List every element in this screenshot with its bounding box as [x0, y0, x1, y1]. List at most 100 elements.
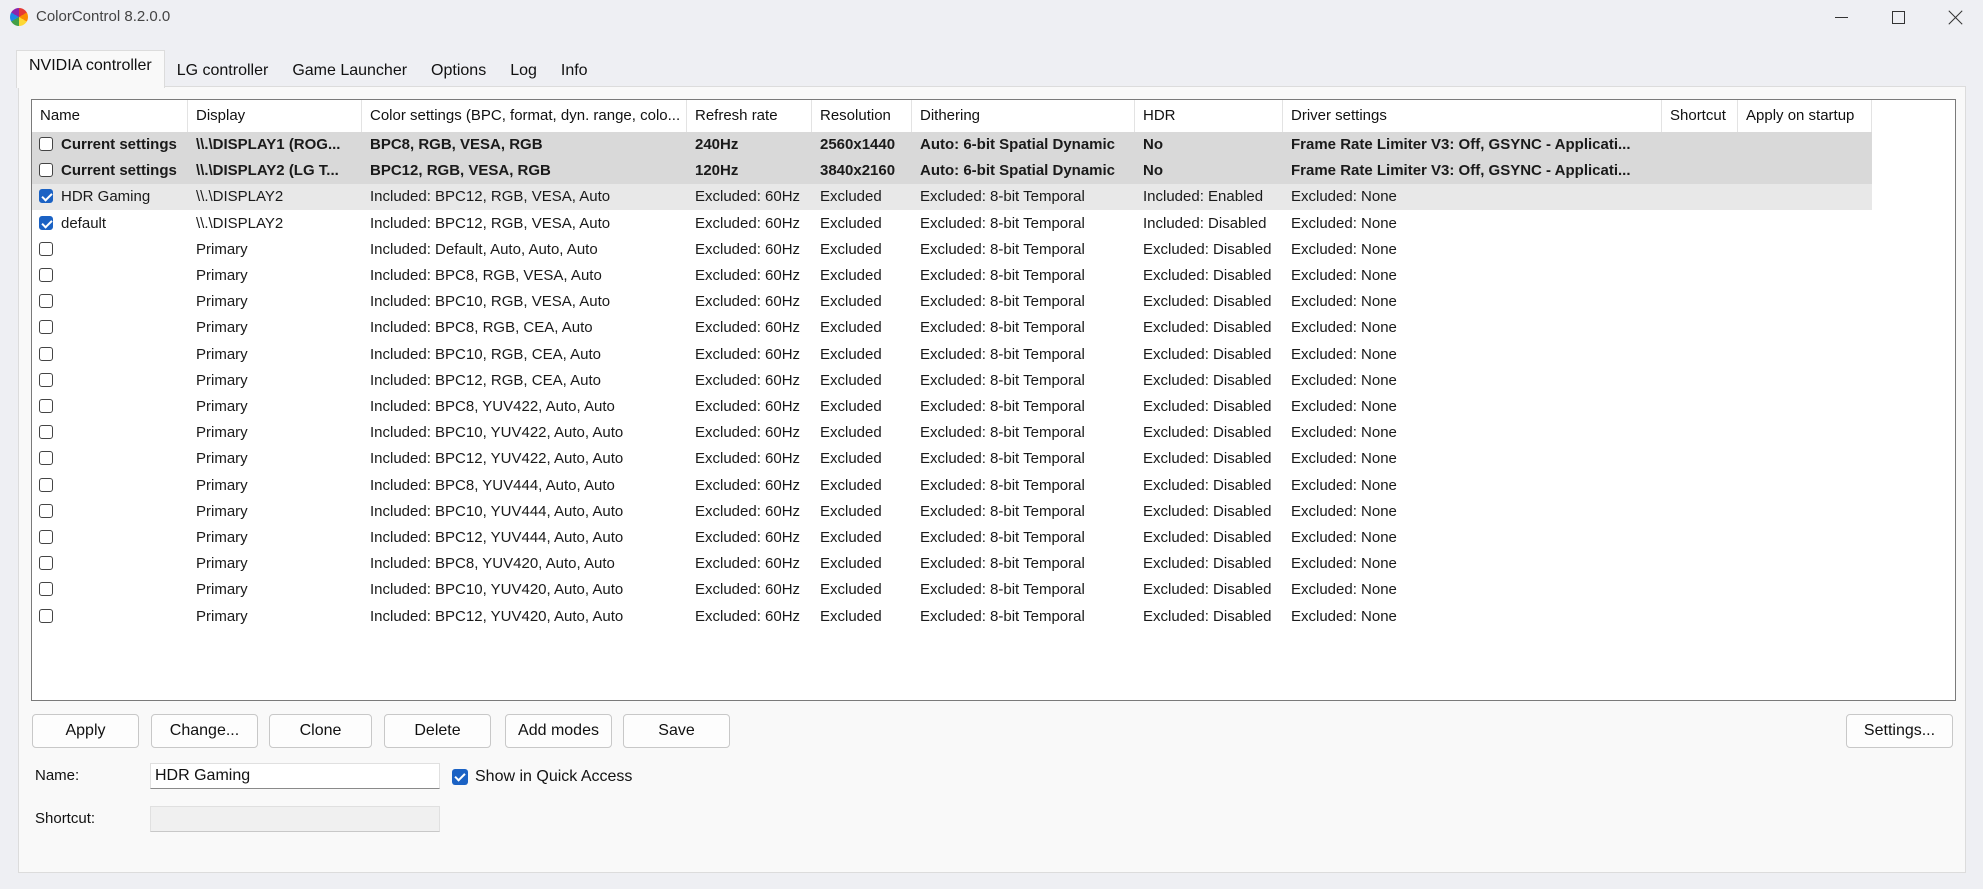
apply-button[interactable]: Apply — [32, 714, 139, 748]
cell-display: Primary — [196, 398, 248, 415]
cell-display: Primary — [196, 345, 248, 363]
cell-display: \\.\DISPLAY1 (ROG... — [196, 136, 341, 153]
table-row[interactable]: Primary Included: BPC12, YUV420, Auto, Au… — [32, 604, 1872, 630]
cell-name — [53, 473, 188, 499]
row-checkbox[interactable] — [39, 320, 53, 335]
column-header-refresh-rate[interactable]: Refresh rate — [687, 100, 812, 132]
table-row[interactable]: Primary Included: BPC12, YUV444, Auto, Au… — [32, 525, 1872, 551]
row-checkbox[interactable] — [39, 608, 53, 623]
table-row[interactable]: Primary Included: BPC8, RGB, CEA, Auto Exc… — [32, 315, 1872, 341]
cell-resolution: Excluded — [820, 555, 882, 573]
table-row[interactable]: Current settings \\.\DISPLAY1 (ROG... BPC8… — [32, 132, 1872, 158]
row-checkbox[interactable] — [39, 268, 53, 282]
shortcut-input[interactable] — [150, 806, 440, 832]
row-checkbox[interactable] — [39, 346, 53, 361]
cell-dithering: Excluded: 8-bit Temporal — [920, 476, 1085, 494]
presets-table[interactable]: Name Display Color settings (BPC, format, … — [31, 99, 1956, 701]
tab-lg-controller[interactable]: LG controller — [165, 55, 281, 87]
row-checkbox[interactable] — [39, 582, 53, 597]
table-row[interactable]: Current settings \\.\DISPLAY2 (LG T... BPC… — [32, 158, 1872, 185]
table-row[interactable]: Primary Included: BPC10, YUV444, Auto, Au… — [32, 499, 1872, 525]
cell-dithering: Excluded: 8-bit Temporal — [920, 607, 1085, 625]
row-checkbox[interactable] — [39, 189, 53, 204]
table-row[interactable]: Primary Included: BPC8, YUV422, Auto, Aut… — [32, 394, 1872, 420]
table-row[interactable]: Primary Included: BPC12, YUV422, Auto, Au… — [32, 446, 1872, 472]
cell-name — [53, 289, 188, 315]
cell-refresh-rate: Excluded: 60Hz — [695, 450, 801, 468]
app-logo-icon — [10, 8, 28, 26]
row-checkbox[interactable] — [39, 451, 53, 466]
cell-display: Primary — [196, 555, 248, 573]
row-checkbox[interactable] — [39, 241, 53, 256]
table-row[interactable]: Primary Included: BPC10, YUV422, Auto, Au… — [32, 420, 1872, 446]
table-row[interactable]: Primary Included: Default, Auto, Auto, Au… — [32, 237, 1872, 263]
maximize-button[interactable] — [1870, 0, 1926, 34]
tab-game-launcher[interactable]: Game Launcher — [280, 55, 419, 87]
cell-hdr: Excluded: Disabled — [1143, 267, 1272, 284]
cell-refresh-rate: Excluded: 60Hz — [695, 371, 801, 389]
cell-refresh-rate: Excluded: 60Hz — [695, 398, 801, 415]
cell-color-settings: Included: BPC12, RGB, VESA, Auto — [370, 188, 611, 206]
tab-log[interactable]: Log — [498, 55, 549, 87]
row-checkbox[interactable] — [39, 556, 53, 571]
cell-name — [53, 237, 188, 263]
cell-resolution: Excluded — [820, 371, 882, 389]
settings-button[interactable]: Settings... — [1846, 714, 1953, 748]
cell-name — [53, 551, 188, 577]
change-button[interactable]: Change... — [151, 714, 258, 748]
save-button[interactable]: Save — [623, 714, 730, 748]
cell-driver-settings: Excluded: None — [1291, 371, 1397, 389]
row-checkbox[interactable] — [39, 530, 53, 544]
cell-hdr: Excluded: Disabled — [1143, 424, 1272, 442]
tab-options[interactable]: Options — [419, 55, 498, 87]
cell-hdr: Excluded: Disabled — [1143, 345, 1272, 363]
row-checkbox[interactable] — [39, 477, 53, 492]
column-header-apply-on-startup[interactable]: Apply on startup — [1738, 100, 1872, 132]
cell-driver-settings: Frame Rate Limiter V3: Off, GSYNC - Appl… — [1291, 136, 1631, 153]
table-row[interactable]: HDR Gaming \\.\DISPLAY2 Included: BPC12, R… — [32, 184, 1872, 211]
cell-dithering: Auto: 6-bit Spatial Dynamic — [920, 162, 1116, 180]
column-header-name[interactable]: Name — [32, 100, 188, 132]
row-checkbox[interactable] — [39, 215, 53, 230]
close-button[interactable] — [1927, 0, 1983, 34]
window-title: ColorControl 8.2.0.0 — [36, 8, 171, 25]
cell-driver-settings: Excluded: None — [1291, 398, 1397, 415]
tab-info[interactable]: Info — [549, 55, 600, 87]
column-header-shortcut[interactable]: Shortcut — [1662, 100, 1738, 132]
cell-name — [53, 368, 188, 394]
minimize-button[interactable] — [1813, 0, 1869, 34]
tab-nvidia-controller[interactable]: NVIDIA controller — [16, 50, 165, 88]
column-header-color-settings[interactable]: Color settings (BPC, format, dyn. range,… — [362, 100, 687, 132]
name-input[interactable] — [150, 763, 440, 789]
row-checkbox[interactable] — [39, 163, 53, 178]
delete-button[interactable]: Delete — [384, 714, 491, 748]
cell-color-settings: Included: BPC12, RGB, CEA, Auto — [370, 371, 601, 389]
row-checkbox[interactable] — [39, 137, 53, 151]
table-row[interactable]: default \\.\DISPLAY2 Included: BPC12, RGB,… — [32, 211, 1872, 237]
cell-driver-settings: Excluded: None — [1291, 502, 1397, 520]
table-row[interactable]: Primary Included: BPC10, RGB, VESA, Auto E… — [32, 289, 1872, 315]
table-row[interactable]: Primary Included: BPC8, YUV444, Auto, Aut… — [32, 473, 1872, 499]
table-row[interactable]: Primary Included: BPC8, YUV420, Auto, Aut… — [32, 551, 1872, 577]
cell-dithering: Excluded: 8-bit Temporal — [920, 371, 1085, 389]
table-row[interactable]: Primary Included: BPC8, RGB, VESA, Auto Ex… — [32, 263, 1872, 289]
add-modes-button[interactable]: Add modes — [505, 714, 612, 748]
column-header-display[interactable]: Display — [188, 100, 362, 132]
clone-button[interactable]: Clone — [269, 714, 372, 748]
column-header-hdr[interactable]: HDR — [1135, 100, 1283, 132]
column-header-resolution[interactable]: Resolution — [812, 100, 912, 132]
table-row[interactable]: Primary Included: BPC12, RGB, CEA, Auto Ex… — [32, 368, 1872, 394]
column-header-dithering[interactable]: Dithering — [912, 100, 1135, 132]
row-checkbox[interactable] — [39, 425, 53, 440]
cell-resolution: Excluded — [820, 398, 882, 415]
row-checkbox[interactable] — [39, 503, 53, 518]
cell-driver-settings: Excluded: None — [1291, 450, 1397, 468]
table-row[interactable]: Primary Included: BPC10, YUV420, Auto, Au… — [32, 577, 1872, 603]
row-checkbox[interactable] — [39, 399, 53, 413]
show-quick-access-checkbox[interactable] — [452, 769, 468, 785]
cell-dithering: Excluded: 8-bit Temporal — [920, 398, 1085, 415]
column-header-driver-settings[interactable]: Driver settings — [1283, 100, 1662, 132]
table-row[interactable]: Primary Included: BPC10, RGB, CEA, Auto Ex… — [32, 342, 1872, 368]
row-checkbox[interactable] — [39, 372, 53, 387]
row-checkbox[interactable] — [39, 294, 53, 309]
